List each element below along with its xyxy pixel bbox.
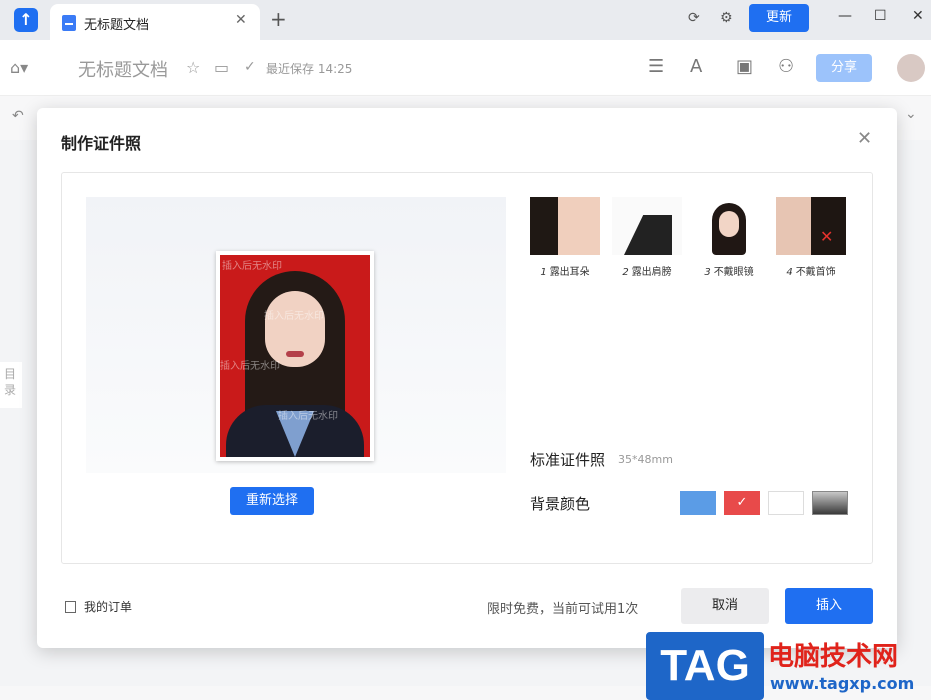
new-tab-icon[interactable]: + [270, 8, 287, 30]
tip-number: 2 [622, 267, 629, 278]
id-photo-dialog: 制作证件照 ✕ 插入后无水印 插入后无水印 插入后无水印 插入后无水印 重新选择 [37, 108, 897, 648]
dialog-close-icon[interactable]: ✕ [857, 128, 872, 149]
watermark-text: 插入后无水印 [222, 261, 282, 272]
document-title[interactable]: 无标题文档 [78, 56, 168, 82]
background-color-label: 背景颜色 [530, 495, 591, 513]
share-button[interactable]: 分享 [816, 54, 872, 82]
saved-check-icon: ✓ [244, 59, 256, 75]
tip-jewelry-image: ✕ [776, 197, 846, 255]
tip-glasses-image [694, 197, 764, 255]
watermark-text: 插入后无水印 [278, 411, 338, 422]
text-format-icon[interactable]: A [690, 56, 702, 77]
home-icon[interactable]: ⌂▾ [10, 58, 28, 77]
standard-photo-label: 标准证件照 [530, 451, 606, 469]
site-name: 电脑技术网 [768, 642, 899, 672]
menu-icon[interactable]: ☰ [648, 56, 664, 77]
window-close-icon[interactable]: ✕ [912, 8, 924, 24]
trial-notice: 限时免费，当前可试用1次 [487, 602, 639, 617]
swatch-white[interactable] [768, 491, 804, 515]
check-icon: ✓ [736, 495, 748, 510]
watermark-text: 插入后无水印 [220, 361, 280, 372]
tip-label: 不戴眼镜 [713, 267, 754, 278]
my-orders-label: 我的订单 [84, 600, 133, 614]
saved-status: 最近保存 14:25 [266, 62, 353, 76]
present-icon[interactable]: ▣ [736, 56, 753, 77]
app-logo-icon[interactable]: ↑ [14, 8, 38, 32]
swatch-blue[interactable] [680, 491, 716, 515]
settings-icon[interactable]: ⚙ [720, 10, 733, 26]
watermark-text: 插入后无水印 [264, 311, 324, 322]
dialog-panel: 插入后无水印 插入后无水印 插入后无水印 插入后无水印 重新选择 1 露出耳朵 2… [61, 172, 873, 564]
tag-logo: TAG [646, 632, 764, 700]
tip-item: 1 露出耳朵 [530, 197, 600, 278]
sync-icon[interactable]: ⟳ [688, 10, 700, 26]
tip-label: 不戴首饰 [795, 267, 836, 278]
toc-toggle[interactable]: 目录 [0, 362, 22, 408]
dialog-title: 制作证件照 [61, 134, 142, 153]
tab-close-icon[interactable]: ✕ [235, 12, 247, 28]
undo-icon[interactable]: ↶ [12, 108, 24, 124]
cancel-button[interactable]: 取消 [681, 588, 769, 624]
swatch-red[interactable]: ✓ [724, 491, 760, 515]
site-url: www.tagxp.com [770, 674, 915, 693]
chevron-down-icon[interactable]: ⌄ [905, 106, 917, 122]
order-list-icon [65, 601, 76, 613]
tip-number: 1 [540, 267, 547, 278]
add-collaborator-icon[interactable]: ⚇ [778, 56, 794, 77]
reselect-button[interactable]: 重新选择 [230, 487, 314, 515]
swatch-gradient-gray[interactable] [812, 491, 848, 515]
standard-photo-size: 35*48mm [618, 453, 673, 466]
tab-title: 无标题文档 [84, 18, 150, 33]
cross-icon: ✕ [820, 227, 834, 246]
tab-document[interactable]: 无标题文档 ✕ [50, 4, 260, 40]
maximize-icon[interactable]: ☐ [874, 8, 887, 24]
tip-label: 露出耳朵 [549, 267, 590, 278]
photo-preview-area: 插入后无水印 插入后无水印 插入后无水印 插入后无水印 [86, 197, 506, 473]
tip-ear-image [530, 197, 600, 255]
tip-item: 3 不戴眼镜 [694, 197, 764, 278]
minimize-icon[interactable]: — [838, 8, 852, 24]
tip-item: ✕ 4 不戴首饰 [776, 197, 846, 278]
tip-number: 4 [786, 267, 793, 278]
tip-label: 露出肩膀 [631, 267, 672, 278]
id-photo-preview: 插入后无水印 插入后无水印 插入后无水印 插入后无水印 [216, 251, 374, 461]
title-bar: ↑ 无标题文档 ✕ + ⟳ ⚙ 更新 — ☐ ✕ [0, 0, 931, 40]
document-toolbar: ⌂▾ 无标题文档 ☆ ▭ ✓ 最近保存 14:25 ☰ A ▣ ⚇ 分享 [0, 40, 931, 96]
insert-button[interactable]: 插入 [785, 588, 873, 624]
tip-item: 2 露出肩膀 [612, 197, 682, 278]
avatar[interactable] [897, 54, 925, 82]
star-icon[interactable]: ☆ [186, 58, 200, 77]
tip-number: 3 [704, 267, 711, 278]
folder-icon[interactable]: ▭ [214, 58, 229, 77]
tip-shoulder-image [612, 197, 682, 255]
update-button[interactable]: 更新 [749, 4, 809, 32]
document-icon [62, 15, 76, 31]
my-orders-link[interactable]: 我的订单 [65, 598, 132, 615]
photo-tips: 1 露出耳朵 2 露出肩膀 3 不戴眼镜 ✕ 4 不戴首饰 [530, 197, 860, 287]
